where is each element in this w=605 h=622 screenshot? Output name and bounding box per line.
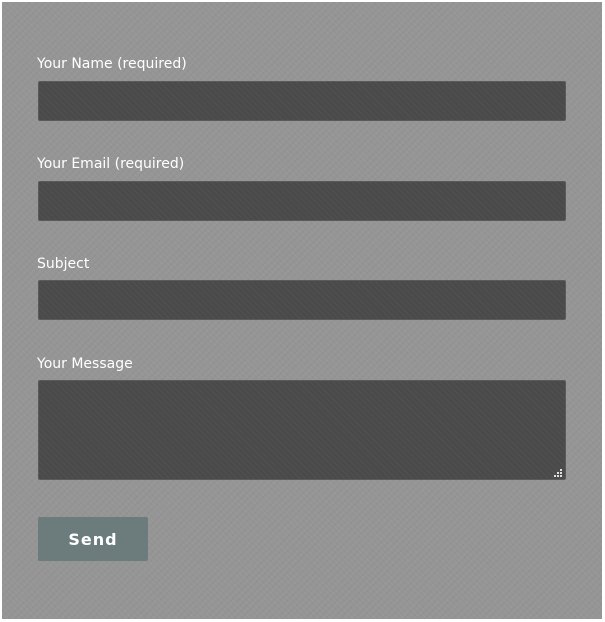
email-label: Your Email (required) [37,156,185,172]
subject-input[interactable] [38,280,566,320]
message-label: Your Message [37,356,133,372]
name-input[interactable] [38,81,566,121]
email-input[interactable] [38,181,566,221]
send-button[interactable]: Send [38,517,148,561]
contact-form: Your Name (required) Your Email (require… [2,2,602,619]
resize-grip-icon[interactable] [553,468,563,478]
name-label: Your Name (required) [37,56,187,72]
message-textarea[interactable] [38,380,566,480]
subject-label: Subject [37,256,90,272]
